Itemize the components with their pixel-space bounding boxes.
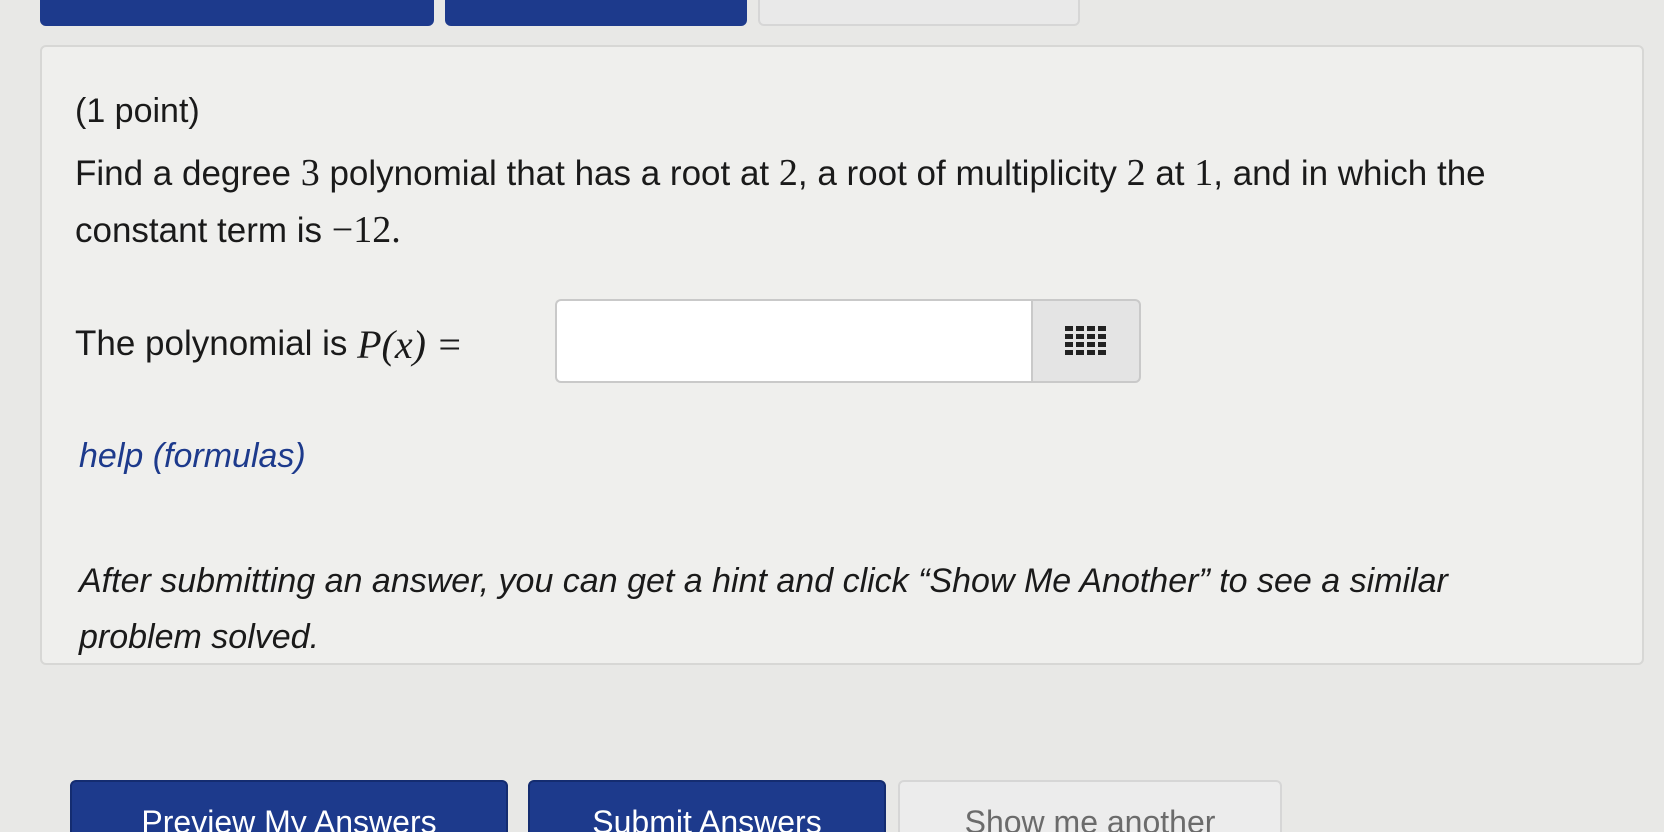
equation-editor-button[interactable] — [1031, 299, 1141, 383]
root-value: 2 — [778, 152, 798, 194]
statement-period: . — [391, 209, 401, 251]
answer-row: The polynomial is P(x) = — [75, 299, 463, 389]
keypad-icon — [1065, 326, 1106, 355]
answer-label: The polynomial is — [75, 324, 348, 363]
statement-text: Find a degree — [75, 154, 301, 193]
top-submit-button[interactable] — [445, 0, 747, 26]
polynomial-answer-input[interactable] — [555, 299, 1031, 383]
multiple-root-value: 1 — [1194, 152, 1214, 194]
preview-answers-button[interactable]: Preview My Answers — [70, 780, 508, 832]
statement-text: polynomial that has a root at — [319, 154, 779, 193]
problem-panel: (1 point) Find a degree 3 polynomial tha… — [40, 45, 1644, 665]
top-show-another-button[interactable] — [758, 0, 1080, 26]
hint-instructions: After submitting an answer, you can get … — [79, 562, 1448, 656]
degree-value: 3 — [300, 152, 320, 194]
points-label: (1 point) — [75, 92, 200, 130]
answer-math-label: P(x) = — [357, 321, 463, 367]
constant-value: −12 — [331, 209, 392, 251]
submit-answers-button[interactable]: Submit Answers — [528, 780, 886, 832]
statement-text: , a root of multiplicity — [797, 154, 1127, 193]
statement-text: at — [1145, 154, 1195, 193]
help-formulas-link[interactable]: help (formulas) — [79, 437, 306, 476]
multiplicity-value: 2 — [1126, 152, 1146, 194]
problem-statement: Find a degree 3 polynomial that has a ro… — [75, 145, 1555, 259]
show-me-another-button[interactable]: Show me another — [898, 780, 1282, 832]
top-preview-button[interactable] — [40, 0, 434, 26]
